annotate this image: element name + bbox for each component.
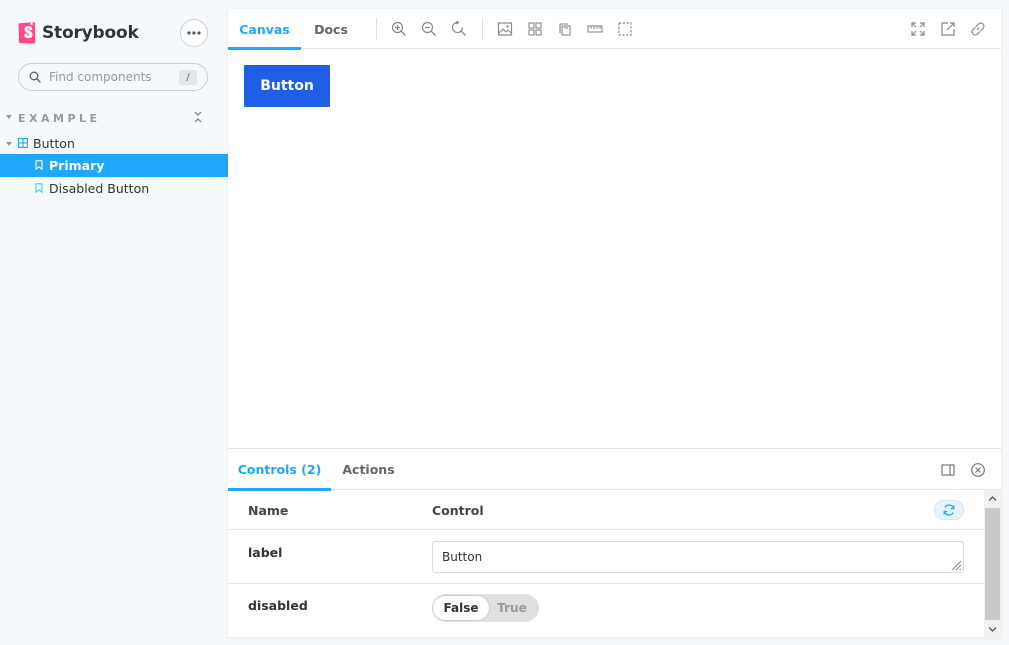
sidebar-item-primary[interactable]: Primary — [0, 154, 228, 177]
toggle-option-true[interactable]: True — [484, 596, 540, 620]
copy-link-icon[interactable] — [970, 21, 986, 37]
disabled-boolean-toggle[interactable]: False True — [432, 594, 539, 622]
main-panel: Canvas Docs Button Controls (2) Actions … — [228, 9, 1001, 638]
reset-controls-button[interactable] — [934, 500, 964, 520]
zoom-in-icon[interactable] — [391, 21, 407, 37]
sidebar-item-label: Button — [33, 136, 75, 151]
background-icon[interactable] — [497, 21, 513, 37]
column-header-name: Name — [248, 503, 289, 518]
scrollbar-thumb[interactable] — [985, 508, 1000, 620]
control-row-disabled: disabled False True — [228, 584, 984, 638]
tab-controls[interactable]: Controls (2) — [228, 449, 331, 491]
controls-table: Name Control label Button disabled False… — [228, 490, 984, 638]
search-box[interactable]: / — [18, 63, 208, 91]
group-label: EXAMPLE — [18, 112, 101, 125]
label-text-field[interactable] — [432, 541, 964, 573]
fullscreen-icon[interactable] — [910, 21, 926, 37]
sidebar-item-label: Primary — [49, 158, 105, 173]
bookmark-icon — [35, 183, 43, 193]
addons-panel: Controls (2) Actions Name Control label … — [228, 448, 1001, 638]
sidebar-group-example[interactable]: EXAMPLE — [0, 110, 228, 128]
toolbar-divider — [482, 18, 483, 40]
resize-handle-icon[interactable] — [950, 559, 962, 571]
measure-icon[interactable] — [587, 21, 603, 37]
tab-actions[interactable]: Actions — [331, 449, 406, 490]
scroll-down-icon[interactable] — [988, 625, 997, 634]
sidebar: Storybook / EXAMPLE Button — [0, 0, 228, 645]
sidebar-menu-button[interactable] — [180, 19, 208, 47]
zoom-out-icon[interactable] — [421, 21, 437, 37]
collapse-all-icon[interactable] — [192, 110, 204, 124]
scroll-up-icon[interactable] — [988, 494, 997, 503]
outline-icon[interactable] — [617, 21, 633, 37]
storybook-logo[interactable]: Storybook — [18, 22, 139, 44]
addons-tabbar: Controls (2) Actions — [228, 449, 1001, 491]
control-name: label — [248, 545, 283, 560]
ellipsis-icon — [187, 31, 201, 35]
sidebar-item-disabled-button[interactable]: Disabled Button — [0, 177, 228, 200]
panel-position-icon[interactable] — [940, 462, 956, 478]
tab-canvas[interactable]: Canvas — [228, 9, 301, 50]
sidebar-item-button-component[interactable]: Button — [0, 132, 228, 155]
component-icon — [18, 138, 28, 148]
toggle-option-false[interactable]: False — [433, 596, 489, 620]
search-input[interactable] — [47, 69, 177, 85]
controls-table-header: Name Control — [228, 490, 984, 530]
viewport-icon[interactable] — [557, 21, 573, 37]
control-row-label: label — [228, 531, 984, 584]
tab-docs[interactable]: Docs — [301, 9, 361, 49]
caret-down-icon — [6, 142, 12, 146]
open-new-tab-icon[interactable] — [940, 21, 956, 37]
story-canvas: Button — [228, 50, 1001, 448]
zoom-reset-icon[interactable] — [451, 21, 467, 37]
close-panel-icon[interactable] — [970, 462, 986, 478]
bookmark-icon — [35, 160, 43, 170]
story-button[interactable]: Button — [244, 65, 330, 107]
control-name: disabled — [248, 598, 308, 613]
controls-scrollbar[interactable] — [984, 490, 1001, 638]
search-shortcut-hint: / — [179, 70, 197, 85]
toolbar: Canvas Docs — [228, 9, 1001, 50]
grid-icon[interactable] — [527, 21, 543, 37]
search-icon — [29, 71, 41, 83]
sync-icon — [943, 504, 955, 516]
caret-down-icon — [6, 115, 12, 119]
sidebar-item-label: Disabled Button — [49, 181, 150, 196]
brand-name: Storybook — [42, 23, 139, 43]
column-header-control: Control — [432, 503, 484, 518]
toolbar-divider — [376, 18, 377, 40]
storybook-logo-icon — [18, 22, 35, 44]
